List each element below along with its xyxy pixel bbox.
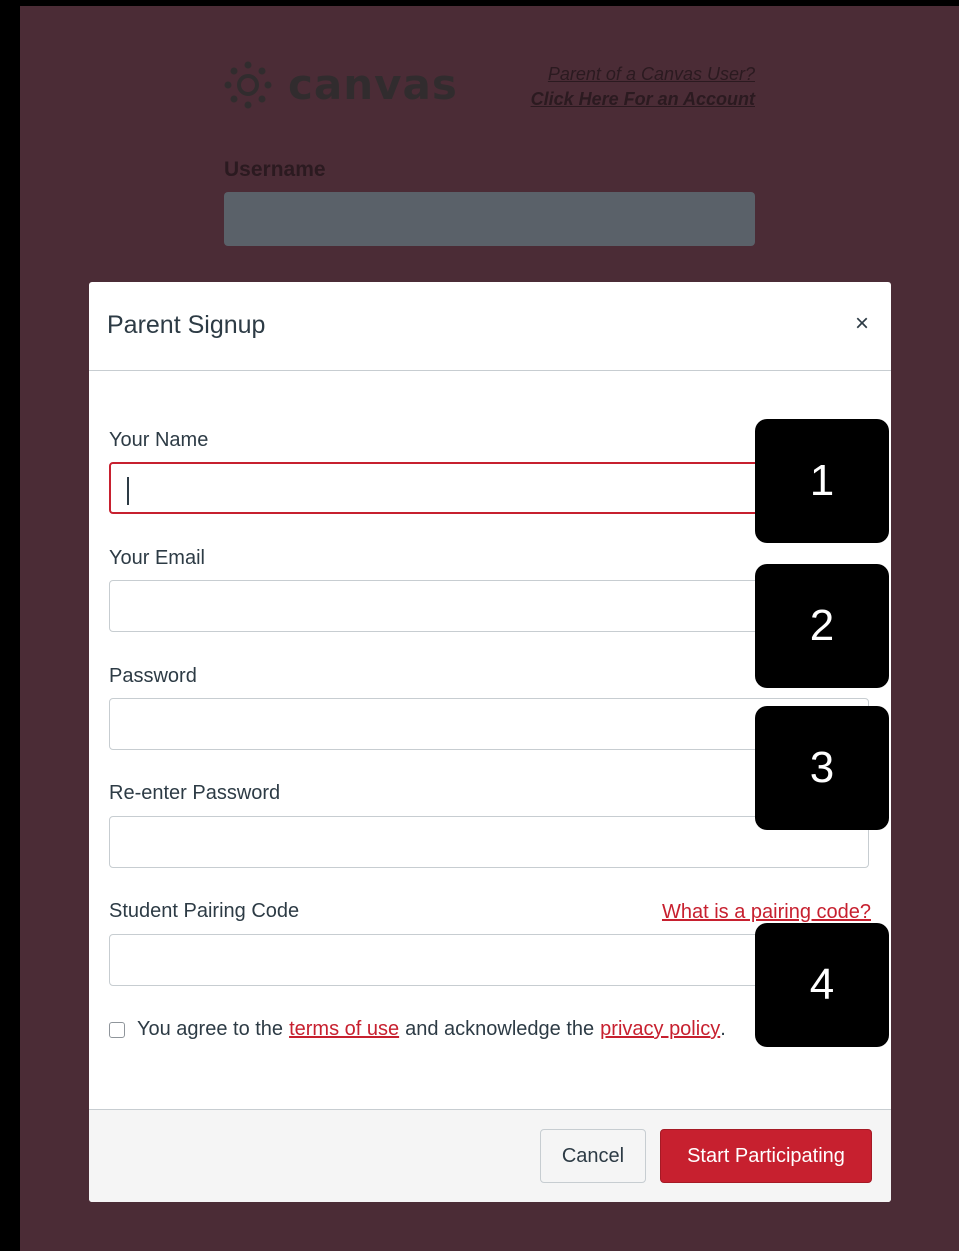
terms-of-use-link[interactable]: terms of use: [289, 1018, 399, 1041]
dialog-footer: Cancel Start Participating: [89, 1109, 891, 1202]
text-caret: [127, 477, 129, 505]
username-label: Username: [224, 158, 326, 181]
callout-badge-3: 3: [755, 706, 889, 830]
callout-badge-4: 4: [755, 923, 889, 1047]
cancel-button[interactable]: Cancel: [540, 1129, 646, 1183]
reenter-password-label: Re-enter Password: [109, 782, 281, 804]
agree-middle-text: and acknowledge the: [405, 1018, 595, 1040]
reenter-password-input[interactable]: [109, 816, 869, 868]
password-label: Password: [109, 665, 197, 687]
canvas-logo: canvas: [224, 60, 458, 109]
dialog-title: Parent Signup: [107, 311, 266, 339]
click-here-account-link[interactable]: Click Here For an Account: [531, 87, 755, 112]
agree-checkbox[interactable]: [109, 1021, 125, 1038]
callout-badge-2: 2: [755, 564, 889, 688]
dialog-header: Parent Signup ×: [89, 282, 891, 371]
close-icon[interactable]: ×: [855, 312, 869, 336]
parent-of-canvas-user-link[interactable]: Parent of a Canvas User?: [531, 62, 755, 87]
your-name-label: Your Name: [109, 429, 209, 451]
privacy-policy-link[interactable]: privacy policy: [600, 1018, 720, 1041]
agree-suffix-text: .: [720, 1018, 726, 1040]
what-is-pairing-code-link[interactable]: What is a pairing code?: [662, 901, 871, 924]
your-email-label: Your Email: [109, 547, 205, 569]
canvas-logo-text: canvas: [288, 60, 458, 109]
agree-prefix-text: You agree to the: [137, 1018, 284, 1040]
callout-badge-1: 1: [755, 419, 889, 543]
canvas-logo-icon: [224, 61, 272, 108]
agree-terms-row: You agree to the terms of use and acknow…: [109, 1018, 726, 1041]
username-input[interactable]: [224, 192, 755, 246]
start-participating-button[interactable]: Start Participating: [660, 1129, 872, 1183]
parent-account-links: Parent of a Canvas User? Click Here For …: [531, 62, 755, 112]
student-pairing-code-label: Student Pairing Code: [109, 900, 300, 922]
